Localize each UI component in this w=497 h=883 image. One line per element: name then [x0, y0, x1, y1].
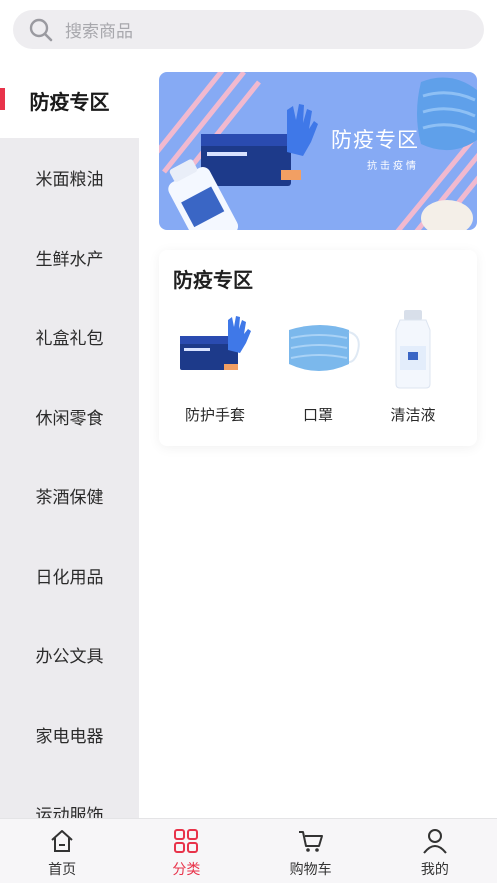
tab-label: 我的: [420, 862, 449, 878]
sidebar-item-epidemic[interactable]: 防疫专区: [0, 62, 139, 138]
sidebar-item-label: 日化用品: [35, 567, 104, 588]
product-name: 防护手套: [184, 406, 245, 424]
product-sanitizer[interactable]: 清洁液: [365, 306, 461, 425]
sidebar-item-label: 运动服饰: [35, 806, 104, 818]
sidebar-item-stationery[interactable]: 办公文具: [0, 615, 139, 695]
tab-category[interactable]: 分类: [124, 819, 248, 883]
product-name: 清洁液: [390, 406, 436, 424]
sidebar-item-daily-use[interactable]: 日化用品: [0, 536, 139, 616]
category-sidebar: 防疫专区 米面粮油 生鲜水产 礼盒礼包 休闲零食 茶酒保健 日化用品 办公文具 …: [0, 62, 139, 818]
sidebar-item-label: 家电电器: [35, 726, 104, 747]
banner-subtitle: 抗击疫情: [367, 161, 419, 172]
banner-title: 防疫专区: [331, 128, 419, 152]
sidebar-item-grain-oil[interactable]: 米面粮油: [0, 138, 139, 218]
sidebar-item-tea-wine[interactable]: 茶酒保健: [0, 456, 139, 536]
sidebar-item-snacks[interactable]: 休闲零食: [0, 377, 139, 457]
sidebar-item-label: 办公文具: [35, 647, 104, 668]
section-title: 防疫专区: [173, 268, 253, 292]
banner-illustration: [159, 72, 477, 230]
cart-icon: [298, 831, 323, 852]
gloves-icon: [180, 316, 251, 370]
product-mask[interactable]: 口罩: [270, 306, 366, 425]
sidebar-item-label: 茶酒保健: [35, 488, 104, 509]
sidebar-item-label: 礼盒礼包: [35, 329, 104, 350]
tab-label: 首页: [48, 862, 77, 878]
search-icon: [29, 18, 53, 41]
product-name: 口罩: [302, 406, 333, 424]
mask-icon: [289, 325, 360, 371]
sidebar-item-appliances[interactable]: 家电电器: [0, 695, 139, 775]
sidebar-item-gift-box[interactable]: 礼盒礼包: [0, 297, 139, 377]
category-section-card: 防疫专区 防护手套 口罩 清洁液: [159, 250, 477, 446]
sidebar-item-label: 生鲜水产: [35, 249, 104, 270]
sidebar-item-seafood[interactable]: 生鲜水产: [0, 218, 139, 298]
sidebar-item-label: 休闲零食: [35, 408, 104, 429]
home-icon: [51, 830, 73, 852]
sidebar-item-sportswear[interactable]: 运动服饰: [0, 774, 139, 818]
tab-mine[interactable]: 我的: [373, 819, 497, 883]
sanitizer-bottle-icon: [395, 310, 431, 389]
bottom-tab-bar: 首页 分类 购物车 我的: [0, 818, 497, 883]
tab-label: 购物车: [289, 862, 332, 878]
tab-label: 分类: [172, 862, 201, 878]
sidebar-item-label: 米面粮油: [35, 170, 104, 191]
promo-banner[interactable]: 防疫专区 抗击疫情: [159, 72, 477, 230]
search-header: 搜索商品: [0, 0, 497, 62]
search-placeholder[interactable]: 搜索商品: [65, 17, 133, 42]
search-bar[interactable]: 搜索商品: [13, 10, 484, 49]
tab-home[interactable]: 首页: [0, 819, 124, 883]
category-grid-icon: [174, 829, 199, 853]
user-icon: [423, 829, 447, 854]
tab-cart[interactable]: 购物车: [249, 819, 373, 883]
sidebar-item-label: 防疫专区: [29, 89, 110, 114]
product-gloves[interactable]: 防护手套: [167, 306, 263, 425]
